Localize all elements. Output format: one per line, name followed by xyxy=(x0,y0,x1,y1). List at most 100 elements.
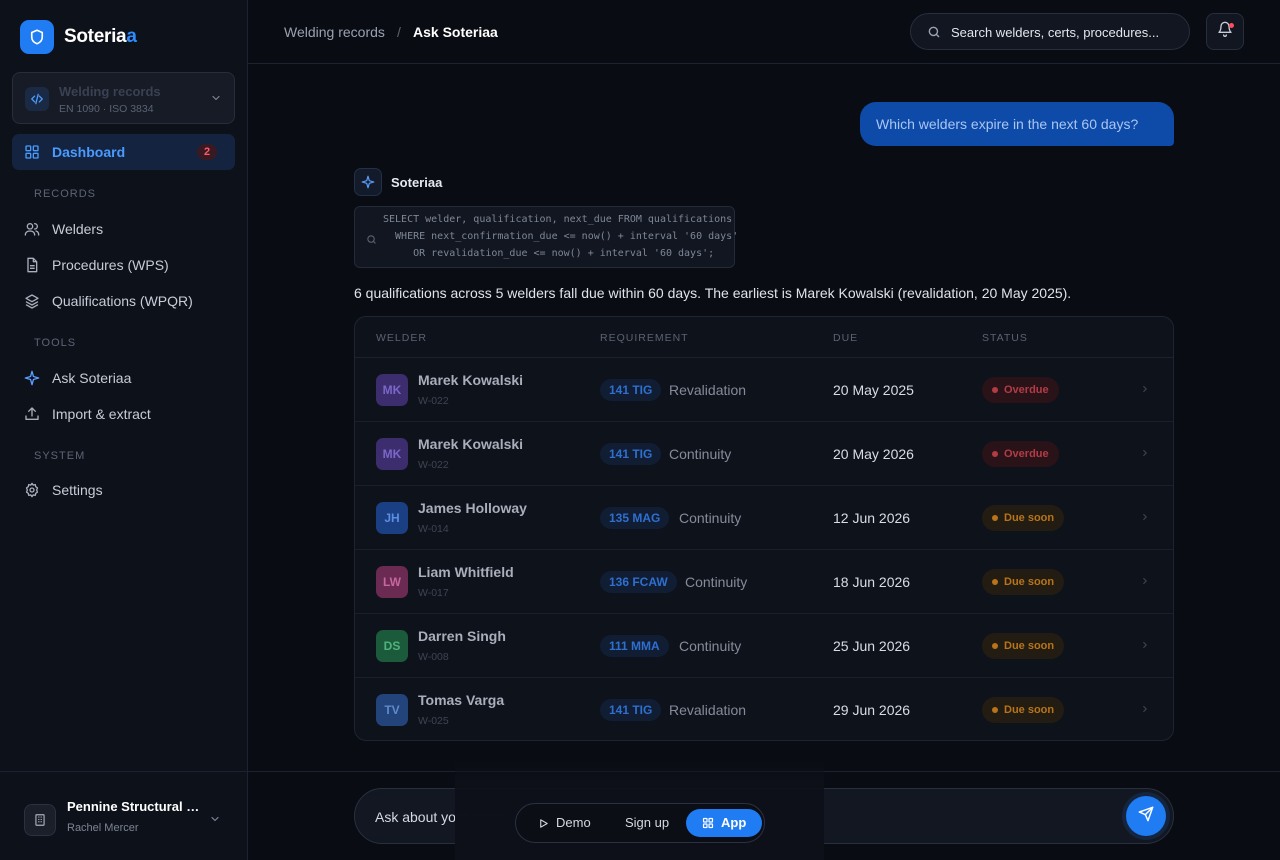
search-input[interactable] xyxy=(951,23,1177,41)
send-button[interactable] xyxy=(1126,796,1166,836)
requirement: Continuity xyxy=(679,638,742,654)
search-icon xyxy=(366,232,377,250)
sidebar-item-label: Welders xyxy=(52,221,104,237)
avatar: MK xyxy=(376,438,408,470)
demo-button[interactable]: Demo xyxy=(536,809,593,837)
welder-name: Liam Whitfield xyxy=(418,564,514,580)
brand[interactable]: Soteriaa xyxy=(20,20,137,54)
avatar: MK xyxy=(376,374,408,406)
sidebar-item-qualifications[interactable]: Qualifications (WPQR) xyxy=(12,283,235,319)
sql-line: WHERE next_confirmation_due <= now() + i… xyxy=(383,231,739,242)
chevron-right-icon xyxy=(1140,574,1150,592)
sql-line: OR revalidation_due <= now() + interval … xyxy=(383,248,715,259)
due-date: 29 Jun 2026 xyxy=(833,702,911,718)
brand-name: Soteriaa xyxy=(64,26,137,47)
welder-name: Darren Singh xyxy=(418,628,506,644)
sidebar-item-label: Import & extract xyxy=(52,406,151,422)
column-header-status: STATUS xyxy=(982,332,1028,344)
requirement: Revalidation xyxy=(669,382,747,398)
gear-icon xyxy=(24,482,40,498)
sidebar-item-procedures[interactable]: Procedures (WPS) xyxy=(12,247,235,283)
sidebar-item-label: Settings xyxy=(52,482,103,498)
sql-query-block[interactable]: SELECT welder, qualification, next_due F… xyxy=(354,206,739,268)
signup-label: Sign up xyxy=(625,815,670,830)
app-button[interactable]: App xyxy=(686,809,763,837)
app-label: App xyxy=(721,815,747,830)
welder-name: Tomas Varga xyxy=(418,692,505,708)
sidebar-item-settings[interactable]: Settings xyxy=(12,472,235,508)
account-switcher[interactable]: Pennine Structural Steel Rachel Mercer xyxy=(0,771,247,860)
process-badge: 141 TIG xyxy=(600,699,662,721)
breadcrumb-parent[interactable]: Welding records xyxy=(284,24,385,40)
chevron-right-icon xyxy=(1140,382,1150,400)
table-row[interactable]: LW Liam Whitfield W-017 136 FCAW Continu… xyxy=(355,550,1173,614)
sidebar-item-label: Ask Soteriaa xyxy=(52,370,132,386)
avatar: LW xyxy=(376,566,408,598)
workspace-switcher[interactable]: Welding records EN 1090 · ISO 3834 xyxy=(12,72,235,124)
welder-id: W-022 xyxy=(418,395,449,407)
avatar: TV xyxy=(376,694,408,726)
table-row[interactable]: MK Marek Kowalski W-022 141 TIG Revalida… xyxy=(355,358,1173,422)
sidebar-item-label: Procedures (WPS) xyxy=(52,257,169,273)
upload-icon xyxy=(24,406,40,422)
due-date: 25 Jun 2026 xyxy=(833,638,911,654)
table-row[interactable]: MK Marek Kowalski W-022 141 TIG Continui… xyxy=(355,422,1173,486)
organization-name: Pennine Structural Steel xyxy=(67,799,202,814)
process-badge: 141 TIG xyxy=(600,379,662,401)
welder-id: W-008 xyxy=(418,651,449,663)
section-label-system: SYSTEM xyxy=(34,450,86,462)
search-box[interactable] xyxy=(910,13,1190,50)
code-icon xyxy=(25,87,49,111)
grid-icon xyxy=(24,144,40,160)
user-message: Which welders expire in the next 60 days… xyxy=(860,102,1174,146)
table-row[interactable]: DS Darren Singh W-008 111 MMA Continuity… xyxy=(355,614,1173,678)
welder-name: Marek Kowalski xyxy=(418,372,524,388)
column-header-requirement: REQUIREMENT xyxy=(600,332,689,344)
user-name: Rachel Mercer xyxy=(67,822,139,834)
chevron-down-icon xyxy=(209,812,221,830)
requirement: Continuity xyxy=(679,510,742,526)
workspace-name: Welding records xyxy=(59,84,161,99)
welder-id: W-017 xyxy=(418,587,449,599)
sidebar-item-dashboard[interactable]: Dashboard 2 xyxy=(12,134,235,170)
process-badge: 141 TIG xyxy=(600,443,662,465)
demo-label: Demo xyxy=(556,815,591,830)
sql-line: SELECT welder, qualification, next_due F… xyxy=(383,214,733,225)
due-date: 20 May 2025 xyxy=(833,382,914,398)
status-badge: Overdue xyxy=(982,377,1059,403)
sidebar: Soteriaa Welding records EN 1090 · ISO 3… xyxy=(0,0,248,860)
status-badge: Overdue xyxy=(982,441,1059,467)
grid-icon xyxy=(702,817,714,829)
mode-switcher: Demo Sign up App xyxy=(515,803,765,843)
welder-name: Marek Kowalski xyxy=(418,436,524,452)
notifications-button[interactable] xyxy=(1206,13,1244,50)
chevron-right-icon xyxy=(1140,510,1150,528)
requirement: Continuity xyxy=(669,446,732,462)
signup-button[interactable]: Sign up xyxy=(625,809,669,837)
sidebar-item-import[interactable]: Import & extract xyxy=(12,396,235,432)
sidebar-item-welders[interactable]: Welders xyxy=(12,211,235,247)
chevron-right-icon xyxy=(1140,702,1150,720)
shield-icon xyxy=(20,20,54,54)
table-row[interactable]: TV Tomas Varga W-025 141 TIG Revalidatio… xyxy=(355,678,1173,740)
process-badge: 111 MMA xyxy=(600,635,669,657)
due-date: 18 Jun 2026 xyxy=(833,574,911,590)
send-icon xyxy=(1138,806,1154,827)
welder-id: W-022 xyxy=(418,459,449,471)
breadcrumb-current: Ask Soteriaa xyxy=(413,24,498,40)
requirement: Continuity xyxy=(685,574,748,590)
status-badge: Due soon xyxy=(982,569,1065,595)
status-badge: Due soon xyxy=(982,633,1065,659)
sidebar-item-ask[interactable]: Ask Soteriaa xyxy=(12,360,235,396)
due-date: 12 Jun 2026 xyxy=(833,510,911,526)
top-bar: Welding records / Ask Soteriaa xyxy=(248,0,1280,64)
avatar: DS xyxy=(376,630,408,662)
results-table: WELDER REQUIREMENT DUE STATUS MK Marek K… xyxy=(354,316,1174,741)
table-row[interactable]: JH James Holloway W-014 135 MAG Continui… xyxy=(355,486,1173,550)
process-badge: 136 FCAW xyxy=(600,571,677,593)
column-header-due: DUE xyxy=(833,332,859,344)
welder-id: W-014 xyxy=(418,523,449,535)
sidebar-item-label: Dashboard xyxy=(52,144,126,160)
avatar: JH xyxy=(376,502,408,534)
notification-dot xyxy=(1229,23,1234,28)
